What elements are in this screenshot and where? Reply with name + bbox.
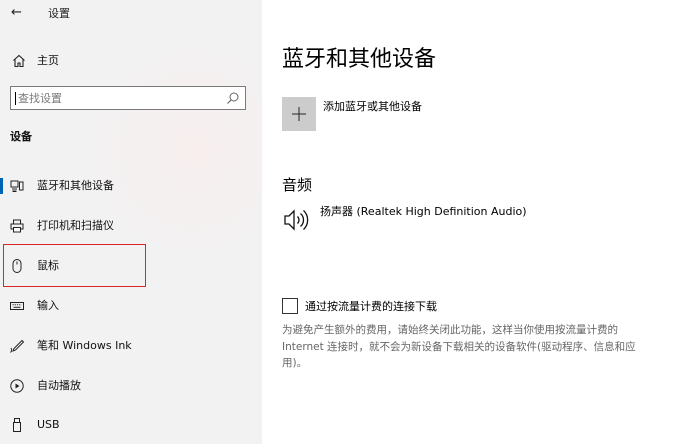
keyboard-icon bbox=[10, 302, 24, 310]
metered-download-description: 为避免产生额外的费用，请始终关闭此功能，这样当你使用按流量计费的Internet… bbox=[282, 324, 636, 369]
sidebar-item-label: 打印机和扫描仪 bbox=[37, 219, 114, 232]
sidebar-item-printers[interactable]: 打印机和扫描仪 bbox=[0, 208, 262, 244]
audio-device-item[interactable]: 扬声器 (Realtek High Definition Audio) bbox=[320, 204, 527, 220]
metered-download-checkbox[interactable] bbox=[282, 298, 298, 314]
back-arrow-icon[interactable]: ← bbox=[11, 5, 22, 21]
app-title: 设置 bbox=[48, 7, 70, 20]
metered-download-label[interactable]: 通过按流量计费的连接下载 bbox=[305, 299, 437, 315]
sidebar-item-label: USB bbox=[37, 418, 60, 431]
sidebar-item-pen[interactable]: 笔和 Windows Ink bbox=[0, 328, 262, 364]
active-indicator bbox=[0, 178, 3, 194]
sidebar-item-bluetooth[interactable]: 蓝牙和其他设备 bbox=[0, 168, 262, 204]
sidebar-item-autoplay[interactable]: 自动播放 bbox=[0, 368, 262, 404]
section-heading-devices: 设备 bbox=[10, 130, 32, 143]
text-cursor bbox=[15, 92, 16, 105]
printer-icon bbox=[10, 219, 24, 233]
plus-icon bbox=[292, 107, 306, 121]
pen-icon bbox=[10, 339, 25, 353]
search-box[interactable] bbox=[10, 86, 246, 110]
sidebar: ← 设置 主页 设备 蓝牙和其他设备 打印机和扫描仪 bbox=[0, 0, 262, 444]
sidebar-item-label: 自动播放 bbox=[37, 379, 81, 392]
highlight-box bbox=[3, 244, 146, 287]
speaker-icon bbox=[284, 209, 309, 231]
home-icon bbox=[13, 54, 25, 68]
page-title: 蓝牙和其他设备 bbox=[282, 47, 437, 72]
sidebar-item-home[interactable]: 主页 bbox=[0, 50, 262, 72]
sidebar-item-usb[interactable]: USB bbox=[0, 407, 262, 443]
main-content: 蓝牙和其他设备 添加蓝牙或其他设备 音频 扬声器 (Realtek High D… bbox=[262, 0, 683, 444]
search-icon[interactable] bbox=[226, 91, 240, 105]
sidebar-item-typing[interactable]: 输入 bbox=[0, 288, 262, 324]
audio-heading: 音频 bbox=[282, 176, 313, 194]
home-label: 主页 bbox=[37, 54, 59, 67]
title-bar: ← 设置 bbox=[0, 0, 262, 28]
sidebar-item-label: 蓝牙和其他设备 bbox=[37, 179, 114, 192]
search-input[interactable] bbox=[12, 88, 212, 108]
bluetooth-devices-icon bbox=[10, 180, 24, 192]
sidebar-item-label: 笔和 Windows Ink bbox=[37, 339, 132, 352]
sidebar-item-label: 输入 bbox=[37, 299, 59, 312]
autoplay-icon bbox=[10, 379, 24, 393]
add-device-label[interactable]: 添加蓝牙或其他设备 bbox=[323, 99, 422, 115]
add-device-button[interactable] bbox=[282, 97, 316, 131]
usb-icon bbox=[13, 418, 21, 432]
